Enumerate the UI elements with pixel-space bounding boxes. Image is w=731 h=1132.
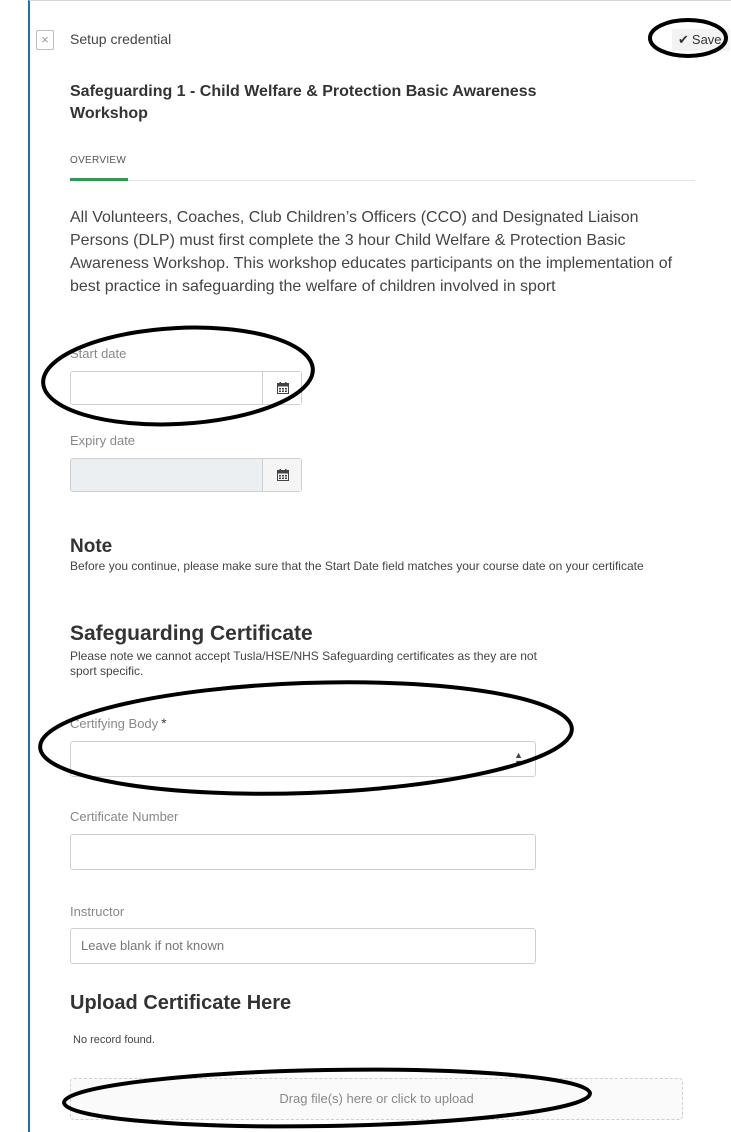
save-label: Save [691, 32, 722, 47]
file-dropzone[interactable]: Drag file(s) here or click to upload [70, 1078, 683, 1120]
close-button[interactable]: × [36, 30, 54, 50]
credential-panel: × Setup credential ✔ Save Safeguarding 1 … [28, 0, 731, 1132]
tab-divider [70, 180, 695, 181]
certifying-body-label-text: Certifying Body [70, 716, 159, 731]
instructor-label: Instructor [70, 904, 125, 919]
certificate-heading: Safeguarding Certificate [70, 622, 313, 645]
no-record-text: No record found. [73, 1034, 155, 1046]
note-text: Before you continue, please make sure th… [70, 559, 644, 573]
certifying-body-select[interactable]: ▲ ▼ [70, 741, 536, 777]
tab-overview[interactable]: OVERVIEW [70, 155, 126, 166]
certificate-disclaimer: Please note we cannot accept Tusla/HSE/N… [70, 649, 537, 678]
expiry-date-calendar-button[interactable] [262, 459, 301, 491]
instructor-input[interactable]: Leave blank if not known [70, 928, 536, 964]
upload-heading: Upload Certificate Here [70, 992, 292, 1014]
certificate-number-label: Certificate Number [70, 809, 179, 824]
start-date-input[interactable] [71, 372, 263, 404]
expiry-date-label: Expiry date [70, 433, 136, 448]
overview-description: All Volunteers, Coaches, Club Children’s… [70, 209, 673, 295]
panel-header: × Setup credential ✔ Save [30, 1, 731, 73]
course-title: Safeguarding 1 - Child Welfare & Protect… [70, 83, 537, 122]
calendar-icon [277, 469, 289, 481]
start-date-picker [70, 371, 302, 405]
certificate-number-input[interactable] [70, 834, 536, 870]
tab-active-indicator [70, 178, 128, 181]
save-button[interactable]: ✔ Save [672, 29, 730, 51]
certifying-body-label: Certifying Body * [70, 715, 167, 731]
calendar-icon [277, 382, 289, 394]
required-asterisk: * [161, 715, 167, 731]
note-heading: Note [70, 536, 113, 557]
expiry-date-picker [70, 458, 302, 492]
check-icon: ✔ [678, 32, 689, 47]
start-date-calendar-button[interactable] [262, 372, 301, 404]
select-arrows-icon: ▲ ▼ [514, 750, 523, 768]
close-icon: × [41, 32, 49, 47]
expiry-date-input [71, 459, 263, 491]
start-date-label: Start date [70, 346, 127, 361]
panel-title: Setup credential [70, 31, 172, 47]
